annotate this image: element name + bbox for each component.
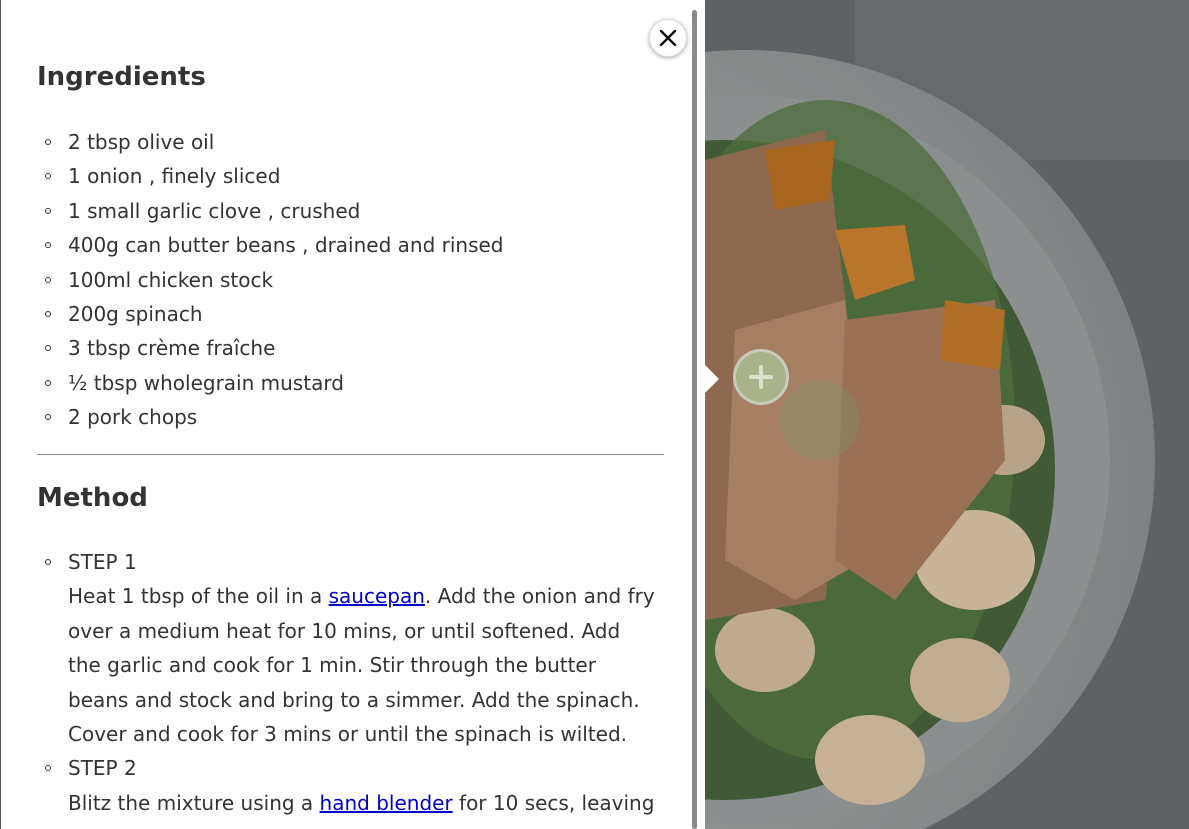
bullet-icon xyxy=(45,139,51,145)
pager-arrow-icon xyxy=(705,365,719,393)
close-button[interactable] xyxy=(649,19,687,57)
step-label: STEP 1 xyxy=(68,550,137,574)
method-step: STEP 1 Heat 1 tbsp of the oil in a sauce… xyxy=(37,545,657,751)
bullet-icon xyxy=(45,414,51,421)
hand-blender-link[interactable]: hand blender xyxy=(320,791,453,815)
ingredients-list: 2 tbsp olive oil 1 onion , finely sliced… xyxy=(37,125,657,435)
scrollbar[interactable] xyxy=(691,0,698,829)
close-icon xyxy=(659,29,677,47)
step-body: Blitz the mixture using a hand blender f… xyxy=(68,790,655,815)
ingredient-item: ½ tbsp wholegrain mustard xyxy=(37,366,657,400)
bullet-icon xyxy=(45,173,51,180)
recipe-panel: Ingredients 2 tbsp olive oil 1 onion , f… xyxy=(0,0,705,829)
ingredient-item: 2 tbsp olive oil xyxy=(37,125,657,159)
plus-icon xyxy=(749,365,773,389)
ingredient-item: 1 onion , finely sliced xyxy=(37,159,657,193)
step-label: STEP 2 xyxy=(68,756,137,781)
add-button[interactable] xyxy=(733,349,789,405)
ingredients-heading: Ingredients xyxy=(37,62,206,92)
bullet-icon xyxy=(45,559,51,565)
pork-chop-dish-image xyxy=(705,0,1189,829)
bullet-icon xyxy=(45,242,51,249)
section-divider xyxy=(37,454,664,455)
ingredient-item: 1 small garlic clove , crushed xyxy=(37,194,657,228)
bullet-icon xyxy=(45,207,51,214)
bullet-icon xyxy=(45,765,51,772)
bullet-icon xyxy=(45,345,51,352)
scrollbar-thumb[interactable] xyxy=(692,10,697,829)
saucepan-link[interactable]: saucepan xyxy=(329,584,425,608)
bullet-icon xyxy=(45,276,51,283)
method-step: STEP 2 Blitz the mixture using a hand bl… xyxy=(37,751,657,820)
ingredient-item: 200g spinach xyxy=(37,297,657,331)
method-steps: STEP 1 Heat 1 tbsp of the oil in a sauce… xyxy=(37,545,657,820)
ingredient-item: 2 pork chops xyxy=(37,400,657,434)
method-heading: Method xyxy=(37,483,148,513)
bullet-icon xyxy=(45,379,51,386)
bullet-icon xyxy=(45,310,51,317)
ingredient-item: 100ml chicken stock xyxy=(37,263,657,297)
recipe-photo xyxy=(705,0,1189,829)
step-body: Heat 1 tbsp of the oil in a saucepan. Ad… xyxy=(68,584,655,747)
ingredient-item: 400g can butter beans , drained and rins… xyxy=(37,228,657,262)
ingredient-item: 3 tbsp crème fraîche xyxy=(37,331,657,365)
